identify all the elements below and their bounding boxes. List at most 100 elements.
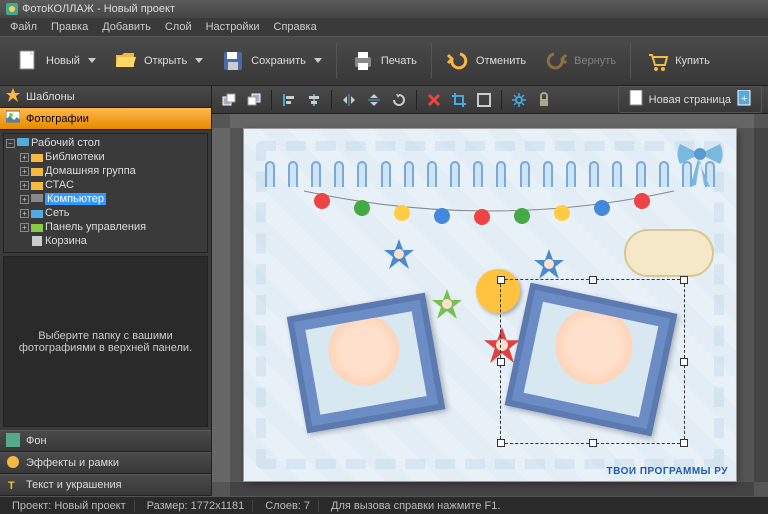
desktop-icon [17,138,29,148]
main-area: Шаблоны Фотографии − Рабочий стол +Библи… [0,86,768,496]
scrollbar-vertical[interactable] [754,128,768,482]
cart-icon [645,49,669,73]
control-panel-icon [31,222,43,232]
tab-photos[interactable]: Фотографии [0,108,211,130]
tree-item[interactable]: +СТАС [6,178,205,192]
separator [630,43,631,79]
bring-front-button[interactable] [218,89,240,111]
spiral-binding [258,161,722,191]
text-icon: T [6,477,20,494]
ruler-vertical [212,128,230,482]
tree-item[interactable]: +Сеть [6,206,205,220]
status-layers: Слоев: 7 [257,500,319,512]
settings-button[interactable] [508,89,530,111]
tree-item-selected[interactable]: +Компьютер [6,192,205,206]
rotate-button[interactable] [388,89,410,111]
tab-effects[interactable]: Эффекты и рамки [0,452,211,474]
folder-icon [31,180,43,190]
redo-button[interactable]: Вернуть [536,45,624,77]
folder-icon [31,152,43,162]
status-project: Проект: Новый проект [4,500,135,512]
expand-icon[interactable]: + [20,223,29,232]
dropdown-icon [195,58,203,64]
scrollbar-horizontal[interactable] [230,482,754,496]
crop-button[interactable] [448,89,470,111]
menu-add[interactable]: Добавить [96,19,157,35]
add-page-icon: + [737,90,751,109]
menu-file[interactable]: Файл [4,19,43,35]
photo-frame-left[interactable] [287,293,445,434]
svg-text:T: T [8,480,15,491]
tree-item[interactable]: +Панель управления [6,220,205,234]
expand-icon[interactable]: + [20,195,29,204]
star-icon [6,88,20,105]
align-left-button[interactable] [278,89,300,111]
print-button[interactable]: Печать [343,45,425,77]
canvas-toolbar: Новая страница + [212,86,768,114]
send-back-button[interactable] [243,89,265,111]
status-help: Для вызова справки нажмите F1. [323,500,508,512]
open-button[interactable]: Открыть [106,45,211,77]
expand-icon[interactable]: + [20,153,29,162]
folder-tree[interactable]: − Рабочий стол +Библиотеки +Домашняя гру… [3,133,208,253]
new-button[interactable]: Новый [8,45,104,77]
tab-background[interactable]: Фон [0,430,211,452]
trash-icon [31,236,43,246]
tree-item[interactable]: Корзина [6,234,205,248]
bow-decoration [670,139,730,189]
separator [271,90,272,110]
folder-icon [31,166,43,176]
selection-box[interactable] [500,279,685,444]
titlebar: ФотоКОЛЛАЖ - Новый проект [0,0,768,18]
dropdown-icon [314,58,322,64]
expand-icon[interactable]: + [20,167,29,176]
folder-open-icon [114,49,138,73]
star-decoration [384,239,414,269]
menubar: Файл Правка Добавить Слой Настройки Спра… [0,18,768,36]
separator [331,90,332,110]
menu-edit[interactable]: Правка [45,19,94,35]
separator [416,90,417,110]
label-decoration [624,229,714,277]
watermark: ТВОИ ПРОГРАММЫ РУ [607,466,729,477]
frame-button[interactable] [473,89,495,111]
photo-preview-area: Выберите папку с вашими фотографиями в в… [3,256,208,427]
menu-settings[interactable]: Настройки [200,19,266,35]
computer-icon [31,194,43,204]
bead-garland [304,191,676,211]
tree-item[interactable]: +Библиотеки [6,150,205,164]
flip-h-button[interactable] [338,89,360,111]
collage-canvas[interactable]: ТВОИ ПРОГРАММЫ РУ [244,129,736,481]
window-title: ФотоКОЛЛАЖ - Новый проект [22,3,175,15]
menu-help[interactable]: Справка [268,19,323,35]
tab-text[interactable]: T Текст и украшения [0,474,211,496]
collapse-icon[interactable]: − [6,139,15,148]
new-page-button[interactable]: Новая страница + [618,86,762,113]
main-toolbar: Новый Открыть Сохранить Печать Отменить … [0,36,768,86]
status-size: Размер: 1772x1181 [139,500,254,512]
lock-button[interactable] [533,89,555,111]
canvas-viewport[interactable]: ТВОИ ПРОГРАММЫ РУ [212,114,768,496]
buy-button[interactable]: Купить [637,45,718,77]
menu-layer[interactable]: Слой [159,19,198,35]
tree-root[interactable]: − Рабочий стол [6,136,205,150]
separator [336,43,337,79]
undo-button[interactable]: Отменить [438,45,534,77]
tab-templates[interactable]: Шаблоны [0,86,211,108]
statusbar: Проект: Новый проект Размер: 1772x1181 С… [0,496,768,514]
separator [501,90,502,110]
canvas-area: Новая страница + [212,86,768,496]
flip-v-button[interactable] [363,89,385,111]
align-center-button[interactable] [303,89,325,111]
tree-item[interactable]: +Домашняя группа [6,164,205,178]
expand-icon[interactable]: + [20,181,29,190]
dropdown-icon [88,58,96,64]
undo-icon [446,49,470,73]
delete-button[interactable] [423,89,445,111]
save-button[interactable]: Сохранить [213,45,330,77]
star-decoration [534,249,564,279]
new-file-icon [16,49,40,73]
ruler-horizontal [230,114,754,128]
effects-icon [6,455,20,472]
expand-icon[interactable]: + [20,209,29,218]
